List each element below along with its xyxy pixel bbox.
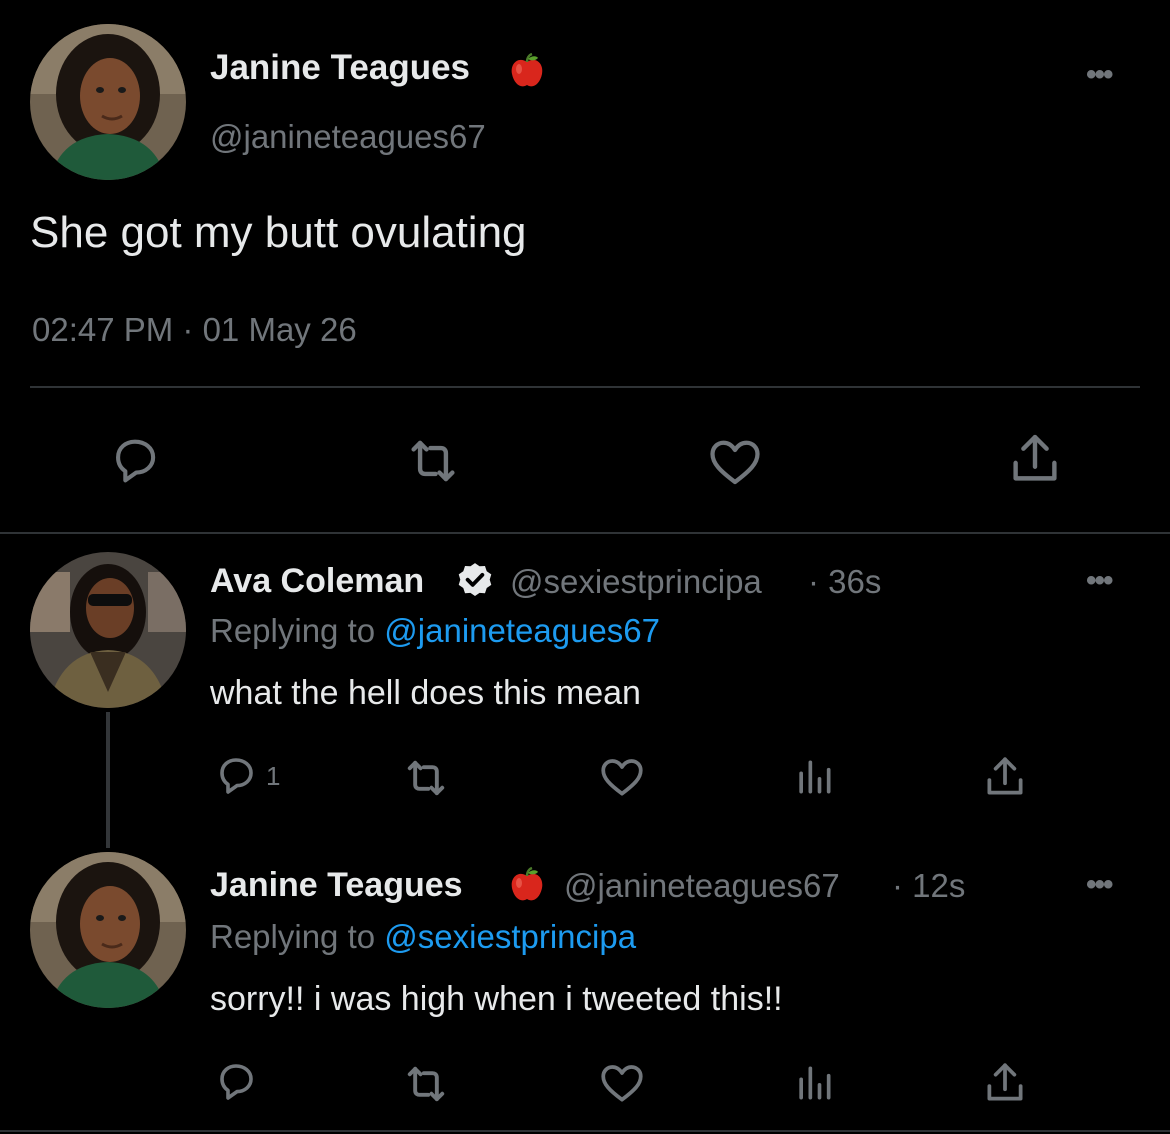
verified-badge-icon [454,560,496,607]
more-options-icon[interactable]: ••• [1086,564,1113,598]
share-button[interactable] [980,752,1030,802]
replying-to-link[interactable]: @sexiestprincipa [384,918,636,955]
reply-author-handle[interactable]: @sexiestprincipa [510,563,762,601]
like-icon [710,440,760,485]
reply-author-name[interactable]: Janine Teagues [210,866,463,905]
analytics-button[interactable] [792,1060,836,1106]
more-options-icon[interactable]: ••• [1086,58,1113,92]
reply-button[interactable] [106,432,164,490]
author-name[interactable]: Janine Teagues [210,48,470,88]
like-icon [601,1065,643,1102]
tweet-timestamp[interactable]: 02:47 PM · 01 May 26 [32,311,357,349]
analytics-icon [799,1066,831,1100]
thread-connector [106,712,110,848]
reply-text: sorry!! i was high when i tweeted this!! [210,980,783,1018]
reply-author-handle[interactable]: @janineteagues67 [564,867,840,905]
author-handle[interactable]: @janineteagues67 [210,118,486,156]
like-button[interactable] [596,752,648,802]
divider [0,1130,1170,1132]
divider [0,532,1170,534]
divider [30,386,1140,388]
replying-to-link[interactable]: @janineteagues67 [384,612,660,649]
analytics-button[interactable] [792,754,836,800]
tweet-text: She got my butt ovulating [30,208,527,257]
reply-button[interactable] [212,1058,260,1106]
reply-time[interactable]: · 36s [808,563,881,601]
reply-icon [116,439,156,483]
retweet-button[interactable] [398,752,454,804]
reply-time[interactable]: · 12s [892,867,965,905]
reply-author-name[interactable]: Ava Coleman [210,562,424,601]
share-icon [1013,434,1057,481]
share-icon [987,757,1023,795]
apple-badge-icon [508,52,546,95]
replying-to: Replying to @janineteagues67 [210,612,660,650]
analytics-icon [799,760,831,794]
reply-count: 1 [266,760,281,791]
reply-icon [220,758,253,794]
replying-label: Replying to [210,918,376,955]
retweet-button[interactable] [400,430,466,492]
like-icon [601,759,643,796]
replying-label: Replying to [210,612,376,649]
share-icon [987,1063,1023,1101]
apple-badge-icon [508,866,546,909]
retweet-icon [407,760,445,796]
replying-to: Replying to @sexiestprincipa [210,918,636,956]
reply-button[interactable]: 1 [212,752,280,800]
more-options-icon[interactable]: ••• [1086,868,1113,902]
like-button[interactable] [704,432,766,492]
reply-author-avatar[interactable] [30,552,186,708]
like-button[interactable] [596,1058,648,1108]
reply-author-avatar[interactable] [30,852,186,1008]
share-button[interactable] [1004,428,1066,490]
retweet-icon [411,440,455,482]
retweet-icon [407,1066,445,1102]
reply-text: what the hell does this mean [210,674,641,712]
reply-icon [220,1064,253,1100]
retweet-button[interactable] [398,1058,454,1110]
share-button[interactable] [980,1058,1030,1108]
author-avatar[interactable] [30,24,186,180]
